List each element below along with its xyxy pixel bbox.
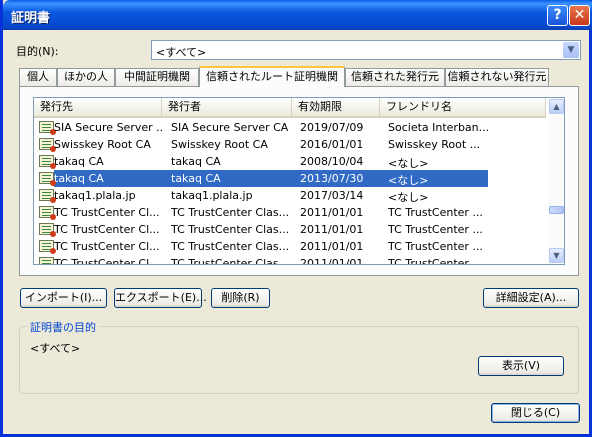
- column-header-issued-by[interactable]: 発行者: [162, 98, 292, 116]
- cell-friendly-name: TC TrustCenter ...: [388, 206, 483, 219]
- certificate-icon: [39, 138, 56, 152]
- cell-issued-by: takaq1.plala.jp: [171, 189, 253, 202]
- table-row[interactable]: SIA Secure Server ... SIA Secure Server C…: [34, 119, 546, 136]
- list-rows: SIA Secure Server ... SIA Secure Server C…: [34, 119, 546, 264]
- certificate-icon: [39, 121, 56, 135]
- cell-expiration: 2013/07/30: [300, 172, 364, 185]
- help-button[interactable]: ?: [547, 5, 568, 26]
- cell-expiration: 2016/01/01: [300, 138, 364, 151]
- table-row[interactable]: TC TrustCenter Cl... TC TrustCenter Clas.…: [34, 238, 546, 255]
- cell-expiration: 2011/01/01: [300, 206, 364, 219]
- cell-issued-by: TC TrustCenter Clas...: [171, 206, 290, 219]
- cell-expiration: 2011/01/01: [300, 240, 364, 253]
- tab-trusted-root-ca[interactable]: 信頼されたルート証明機関: [199, 66, 345, 87]
- cell-friendly-name: Societa Interban...: [388, 121, 488, 134]
- cell-issued-to: TC TrustCenter Cl...: [54, 206, 160, 219]
- cell-expiration: 2011/01/01: [300, 257, 364, 264]
- export-button[interactable]: エクスポート(E)...: [114, 288, 207, 308]
- certificate-icon: [39, 223, 56, 237]
- certificate-dialog: 証明書 ? ✕ 目的(N): <すべて> ▼ 個人 ほかの人 中間証明機関 信頼…: [0, 0, 592, 437]
- cell-friendly-name: TC TrustCenter ...: [388, 257, 483, 264]
- cell-issued-to: TC TrustCenter Cl...: [54, 257, 160, 264]
- purpose-dropdown[interactable]: <すべて> ▼: [151, 40, 581, 60]
- column-header-friendly-name[interactable]: フレンドリ名: [380, 98, 546, 116]
- certificate-purposes-value: <すべて>: [30, 342, 81, 355]
- column-header-issued-to[interactable]: 発行先: [34, 98, 162, 116]
- certificate-list[interactable]: 発行先 発行者 有効期限 フレンドリ名 SIA Secure Server ..…: [33, 97, 565, 265]
- scroll-down-icon[interactable]: ▼: [549, 248, 564, 263]
- cell-issued-to: Swisskey Root CA: [54, 138, 151, 151]
- purpose-dropdown-value: <すべて>: [156, 46, 207, 59]
- certificate-icon: [39, 240, 56, 254]
- tab-other-people[interactable]: ほかの人: [57, 68, 115, 86]
- cell-expiration: 2011/01/01: [300, 223, 364, 236]
- certificate-icon: [39, 206, 56, 220]
- cell-issued-to: takaq1.plala.jp: [54, 189, 136, 202]
- cell-issued-by: TC TrustCenter Clas...: [171, 240, 290, 253]
- close-button[interactable]: 閉じる(C): [491, 403, 580, 423]
- certificate-icon: [39, 155, 56, 169]
- chevron-down-icon[interactable]: ▼: [563, 42, 579, 58]
- certificate-icon: [39, 257, 54, 264]
- table-row[interactable]: Swisskey Root CA Swisskey Root CA 2016/01/…: [34, 136, 546, 153]
- advanced-button[interactable]: 詳細設定(A)...: [483, 288, 579, 308]
- scroll-up-icon[interactable]: ▲: [549, 99, 564, 114]
- list-header: 発行先 発行者 有効期限 フレンドリ名: [34, 98, 546, 118]
- cell-issued-to: takaq CA: [54, 172, 104, 185]
- table-row[interactable]: takaq CA takaq CA 2008/10/04 <なし>: [34, 153, 546, 170]
- tab-trusted-publishers[interactable]: 信頼された発行元: [345, 68, 445, 86]
- cell-issued-to: TC TrustCenter Cl...: [54, 223, 160, 236]
- cell-issued-by: TC TrustCenter Clas...: [171, 257, 290, 264]
- tab-intermediate-ca[interactable]: 中間証明機関: [115, 68, 199, 86]
- window-title: 証明書: [11, 11, 51, 26]
- tab-personal[interactable]: 個人: [19, 68, 57, 86]
- cell-friendly-name: <なし>: [388, 191, 429, 204]
- tab-untrusted-publishers[interactable]: 信頼されない発行元: [445, 68, 549, 86]
- cell-issued-to: SIA Secure Server ...: [54, 121, 162, 134]
- cell-issued-by: Swisskey Root CA: [171, 138, 268, 151]
- table-row[interactable]: TC TrustCenter Cl... TC TrustCenter Clas.…: [34, 221, 546, 238]
- cell-expiration: 2017/03/14: [300, 189, 364, 202]
- purpose-label: 目的(N):: [16, 45, 59, 58]
- table-row[interactable]: takaq CA takaq CA 2013/07/30 <なし>: [34, 170, 546, 187]
- cell-expiration: 2008/10/04: [300, 155, 364, 168]
- vertical-scrollbar[interactable]: ▲ ▼: [548, 98, 564, 264]
- cell-friendly-name: Swisskey Root ...: [388, 138, 481, 151]
- table-row[interactable]: TC TrustCenter Cl... TC TrustCenter Clas.…: [34, 255, 546, 264]
- cell-friendly-name: <なし>: [388, 157, 429, 170]
- cell-issued-to: takaq CA: [54, 155, 104, 168]
- table-row[interactable]: takaq1.plala.jp takaq1.plala.jp 2017/03/14…: [34, 187, 546, 204]
- cell-issued-by: takaq CA: [171, 172, 221, 185]
- scroll-thumb[interactable]: [549, 206, 564, 214]
- table-row[interactable]: TC TrustCenter Cl... TC TrustCenter Clas.…: [34, 204, 546, 221]
- cell-friendly-name: TC TrustCenter ...: [388, 223, 483, 236]
- close-window-button[interactable]: ✕: [569, 5, 590, 26]
- import-button[interactable]: インポート(I)...: [20, 288, 107, 308]
- cell-expiration: 2019/07/09: [300, 121, 364, 134]
- cell-issued-to: TC TrustCenter Cl...: [54, 240, 160, 253]
- cell-friendly-name: TC TrustCenter ...: [388, 240, 483, 253]
- certificate-purposes-title: 証明書の目的: [27, 319, 99, 335]
- cell-issued-by: TC TrustCenter Clas...: [171, 223, 290, 236]
- certificate-icon: [39, 172, 56, 186]
- cell-issued-by: takaq CA: [171, 155, 221, 168]
- title-bar[interactable]: 証明書 ? ✕: [3, 0, 592, 30]
- cell-friendly-name: <なし>: [388, 174, 429, 187]
- view-button[interactable]: 表示(V): [478, 356, 564, 376]
- cell-issued-by: SIA Secure Server CA: [171, 121, 289, 134]
- certificate-icon: [39, 189, 56, 203]
- column-header-expiration[interactable]: 有効期限: [292, 98, 380, 116]
- remove-button[interactable]: 削除(R): [211, 288, 270, 308]
